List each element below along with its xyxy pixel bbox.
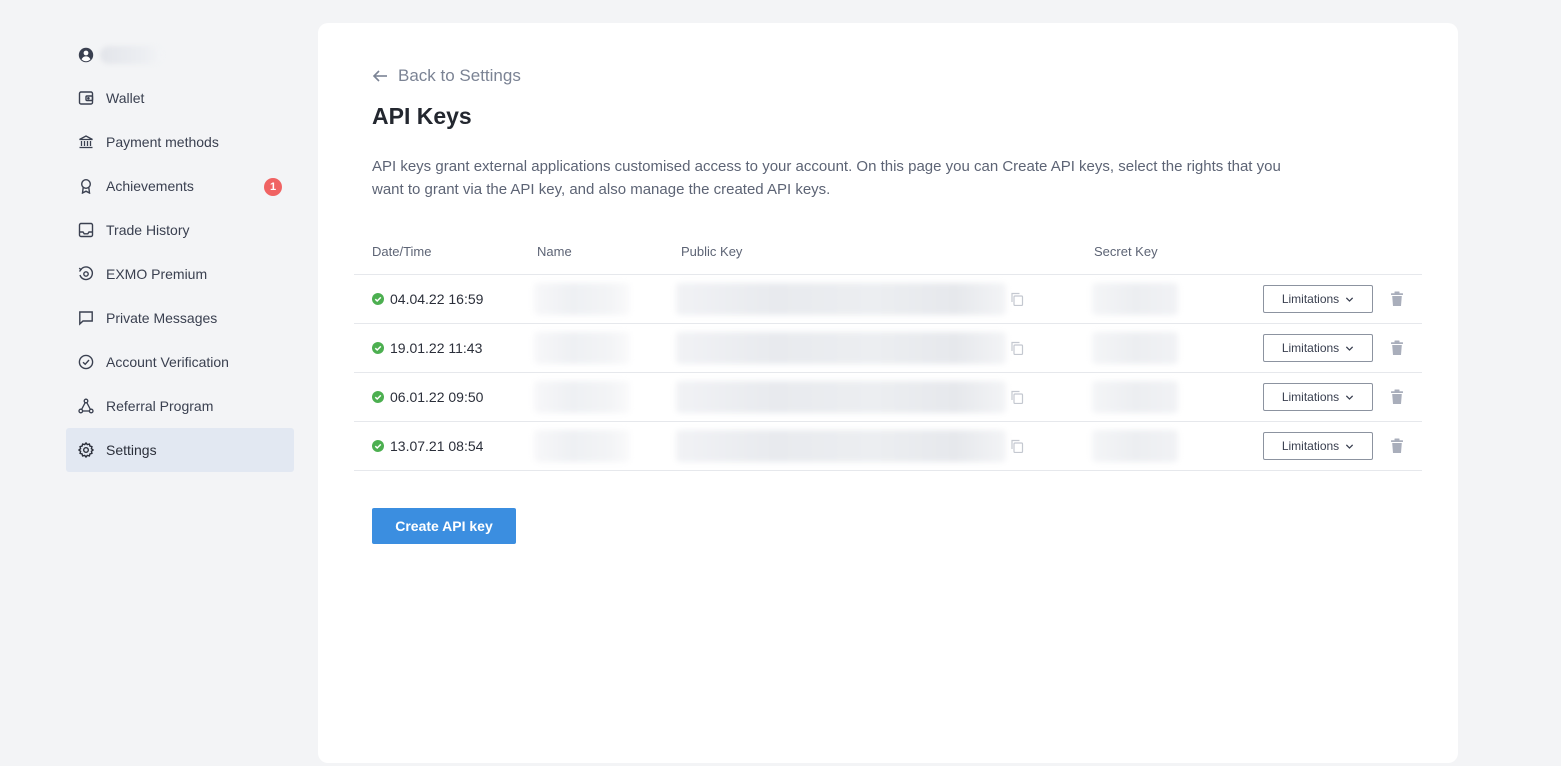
sidebar-item-label: Trade History [106,222,190,238]
limitations-dropdown[interactable]: Limitations [1263,383,1373,411]
api-keys-table: Date/Time Name Public Key Secret Key 04.… [354,231,1422,471]
user-avatar-icon [78,47,94,63]
sidebar-item-label: Achievements [106,178,194,194]
copy-icon [1011,439,1024,453]
sidebar-item-label: Payment methods [106,134,219,150]
date-cell: 04.04.22 16:59 [372,275,483,323]
network-icon [78,398,94,414]
limitations-label: Limitations [1281,292,1340,306]
limitations-dropdown[interactable]: Limitations [1263,285,1373,313]
sidebar-item-trade-history[interactable]: Trade History [66,208,294,252]
delete-icon[interactable] [1390,389,1404,405]
table-row: 06.01.22 09:50 Limitations [354,373,1422,422]
main-card: Back to Settings API Keys API keys grant… [318,23,1458,763]
column-header-secret-key: Secret Key [1094,244,1158,259]
sidebar-item-wallet[interactable]: Wallet [66,76,294,120]
status-active-icon [372,293,384,305]
chevron-down-icon [1346,345,1354,351]
copy-icon [1011,341,1024,355]
wallet-icon [78,91,94,105]
name-redacted [534,283,630,315]
copy-button[interactable] [1010,324,1026,372]
copy-icon [1011,292,1024,306]
limitations-dropdown[interactable]: Limitations [1263,334,1373,362]
arrow-left-icon [372,70,387,82]
status-active-icon [372,342,384,354]
date-value: 06.01.22 09:50 [390,389,484,405]
back-to-settings-link[interactable]: Back to Settings [372,65,521,87]
chevron-down-icon [1346,394,1354,400]
secret-key-redacted [1092,381,1178,413]
delete-icon[interactable] [1390,438,1404,454]
table-header: Date/Time Name Public Key Secret Key [354,231,1422,275]
user-name-redacted [100,46,162,64]
limitations-label: Limitations [1281,341,1340,355]
table-row: 19.01.22 11:43 Limitations [354,324,1422,373]
tray-icon [78,222,94,238]
sidebar-item-label: Private Messages [106,310,218,326]
status-active-icon [372,440,384,452]
secret-key-redacted [1092,332,1178,364]
name-redacted [534,381,630,413]
date-value: 19.01.22 11:43 [390,340,483,356]
date-cell: 06.01.22 09:50 [372,373,483,421]
sidebar-item-achievements[interactable]: Achievements 1 [66,164,294,208]
copy-icon [1011,390,1024,404]
sidebar-item-private-messages[interactable]: Private Messages [66,296,294,340]
limitations-dropdown[interactable]: Limitations [1263,432,1373,460]
bank-icon [79,135,93,149]
status-active-icon [372,391,384,403]
date-cell: 19.01.22 11:43 [372,324,482,372]
date-value: 13.07.21 08:54 [390,438,484,454]
sidebar-item-settings[interactable]: Settings [66,428,294,472]
sidebar-item-label: EXMO Premium [106,266,208,282]
column-header-name: Name [537,244,572,259]
create-api-key-button[interactable]: Create API key [372,508,516,544]
limitations-label: Limitations [1281,439,1340,453]
name-redacted [534,332,630,364]
sidebar-item-account-verification[interactable]: Account Verification [66,340,294,384]
column-header-date: Date/Time [372,244,432,259]
public-key-redacted [676,430,1006,462]
name-redacted [534,430,630,462]
page-title: API Keys [372,103,472,129]
page-description: API keys grant external applications cus… [372,158,1281,198]
sidebar-item-referral-program[interactable]: Referral Program [66,384,294,428]
sidebar-item-label: Settings [106,442,157,458]
copy-button[interactable] [1010,422,1026,470]
copy-button[interactable] [1010,373,1026,421]
limitations-label: Limitations [1281,390,1340,404]
sidebar-item-payment-methods[interactable]: Payment methods [66,120,294,164]
chevron-down-icon [1346,296,1354,302]
sidebar-item-label: Account Verification [106,354,229,370]
message-icon [79,311,93,326]
award-icon [80,178,92,194]
sidebar: Wallet Payment methods Achievements 1 Tr… [66,34,294,472]
back-link-label: Back to Settings [398,66,521,85]
table-row: 13.07.21 08:54 Limitations [354,422,1422,471]
notification-badge: 1 [264,178,282,196]
secret-key-redacted [1092,430,1178,462]
date-value: 04.04.22 16:59 [390,291,484,307]
premium-icon [78,266,94,281]
sidebar-item-label: Wallet [106,90,145,106]
table-row: 04.04.22 16:59 Limitations [354,275,1422,324]
public-key-redacted [676,332,1006,364]
public-key-redacted [676,381,1006,413]
copy-button[interactable] [1010,275,1026,323]
sidebar-item-label: Referral Program [106,398,214,414]
user-row[interactable] [66,34,294,76]
chevron-down-icon [1346,443,1354,449]
delete-icon[interactable] [1390,340,1404,356]
date-cell: 13.07.21 08:54 [372,422,483,470]
gear-icon [78,442,94,458]
secret-key-redacted [1092,283,1178,315]
public-key-redacted [676,283,1006,315]
delete-icon[interactable] [1390,291,1404,307]
check-circle-icon [78,354,94,370]
column-header-public-key: Public Key [681,244,743,259]
sidebar-item-exmo-premium[interactable]: EXMO Premium [66,252,294,296]
